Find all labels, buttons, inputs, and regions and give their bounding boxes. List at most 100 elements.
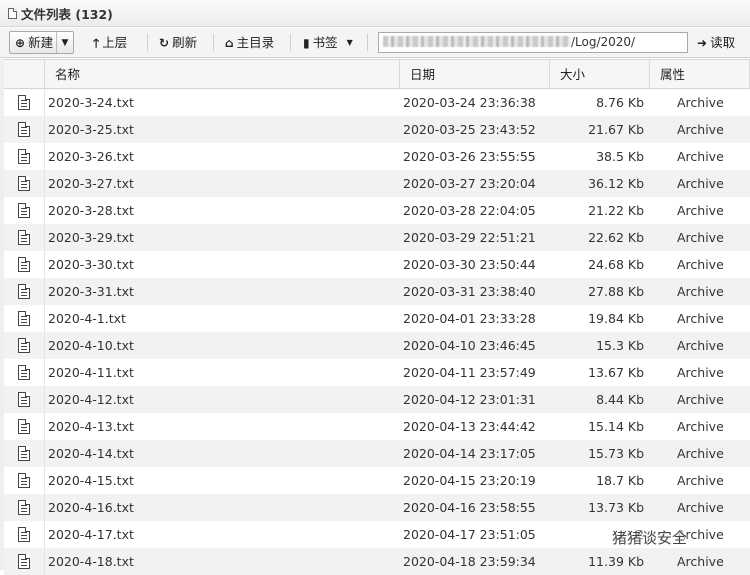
- home-button-label: 主目录: [236, 34, 275, 50]
- table-row[interactable]: 2020-4-1.txt 2020-04-01 23:33:28 19.84 Kb A…: [4, 305, 750, 332]
- text-file-icon: [18, 338, 30, 353]
- table-row[interactable]: 2020-4-15.txt 2020-04-15 23:20:19 18.7 Kb A…: [4, 467, 750, 494]
- table-header: 名称 日期 大小 属性: [4, 59, 750, 89]
- row-divider: [44, 521, 45, 548]
- file-attr: Archive: [677, 554, 724, 569]
- file-name[interactable]: 2020-3-24.txt: [48, 89, 134, 116]
- file-attr: Archive: [677, 338, 724, 353]
- text-file-icon: [18, 311, 30, 326]
- column-header-name[interactable]: 名称: [44, 60, 399, 89]
- table-row[interactable]: 2020-4-13.txt 2020-04-13 23:44:42 15.14 Kb…: [4, 413, 750, 440]
- text-file-icon: [18, 230, 30, 245]
- file-name[interactable]: 2020-4-12.txt: [48, 386, 134, 413]
- bookmark-button[interactable]: ▮ 书签 ▼: [303, 31, 353, 54]
- file-name[interactable]: 2020-4-18.txt: [48, 548, 134, 575]
- path-input[interactable]: /Log/2020/: [378, 32, 688, 53]
- file-date: 2020-04-18 23:59:34: [403, 554, 536, 569]
- table-row[interactable]: 2020-3-27.txt 2020-03-27 23:20:04 36.12 Kb…: [4, 170, 750, 197]
- file-name[interactable]: 2020-4-1.txt: [48, 305, 126, 332]
- new-dropdown-toggle[interactable]: ▼: [56, 32, 73, 53]
- file-date: 2020-03-30 23:50:44: [403, 257, 536, 272]
- table-row[interactable]: 2020-4-11.txt 2020-04-11 23:57:49 13.67 Kb…: [4, 359, 750, 386]
- file-size: 15.14 Kb: [588, 419, 644, 434]
- text-file-icon: [18, 392, 30, 407]
- file-attr: Archive: [677, 365, 724, 380]
- panel-title: 文件列表 (132): [21, 6, 113, 22]
- redacted-path: [383, 36, 571, 47]
- file-size: 13.67 Kb: [588, 365, 644, 380]
- toolbar-divider: [213, 34, 214, 51]
- file-name[interactable]: 2020-3-29.txt: [48, 224, 134, 251]
- column-header-attr[interactable]: 属性: [649, 60, 750, 89]
- table-row[interactable]: 2020-4-18.txt 2020-04-18 23:59:34 11.39 Kb…: [4, 548, 750, 575]
- row-divider: [44, 143, 45, 170]
- text-file-icon: [18, 473, 30, 488]
- file-name[interactable]: 2020-3-28.txt: [48, 197, 134, 224]
- file-attr: Archive: [677, 95, 724, 110]
- file-name[interactable]: 2020-4-15.txt: [48, 467, 134, 494]
- text-file-icon: [18, 149, 30, 164]
- column-header-size[interactable]: 大小: [549, 60, 649, 89]
- row-divider: [44, 548, 45, 575]
- table-row[interactable]: 2020-3-24.txt 2020-03-24 23:36:38 8.76 Kb A…: [4, 89, 750, 116]
- refresh-button[interactable]: ↻ 刷新: [159, 31, 197, 54]
- file-name[interactable]: 2020-3-31.txt: [48, 278, 134, 305]
- new-button-label: 新建: [28, 34, 54, 50]
- up-button[interactable]: 🡑 上层: [93, 31, 127, 54]
- file-name[interactable]: 2020-4-14.txt: [48, 440, 134, 467]
- file-name[interactable]: 2020-4-11.txt: [48, 359, 134, 386]
- text-file-icon: [18, 122, 30, 137]
- file-name[interactable]: 2020-3-26.txt: [48, 143, 134, 170]
- file-name[interactable]: 2020-3-27.txt: [48, 170, 134, 197]
- text-file-icon: [18, 446, 30, 461]
- file-attr: Archive: [677, 500, 724, 515]
- file-size: 27.88 Kb: [588, 284, 644, 299]
- table-row[interactable]: 2020-3-25.txt 2020-03-25 23:43:52 21.67 Kb…: [4, 116, 750, 143]
- file-attr: Archive: [677, 392, 724, 407]
- table-row[interactable]: 2020-4-12.txt 2020-04-12 23:01:31 8.44 Kb A…: [4, 386, 750, 413]
- row-divider: [44, 197, 45, 224]
- row-divider: [44, 224, 45, 251]
- table-row[interactable]: 2020-3-31.txt 2020-03-31 23:38:40 27.88 Kb…: [4, 278, 750, 305]
- file-name[interactable]: 2020-4-10.txt: [48, 332, 134, 359]
- table-row[interactable]: 2020-4-10.txt 2020-04-10 23:46:45 15.3 Kb A…: [4, 332, 750, 359]
- table-row[interactable]: 2020-3-28.txt 2020-03-28 22:04:05 21.22 Kb…: [4, 197, 750, 224]
- file-attr: Archive: [677, 473, 724, 488]
- toolbar-divider: [367, 34, 368, 51]
- text-file-icon: [18, 500, 30, 515]
- table-row[interactable]: 2020-3-26.txt 2020-03-26 23:55:55 38.5 Kb A…: [4, 143, 750, 170]
- read-button[interactable]: ➜ 读取: [697, 31, 735, 54]
- text-file-icon: [18, 203, 30, 218]
- new-button[interactable]: ⊕ 新建 ▼: [9, 31, 74, 54]
- file-attr: Archive: [677, 149, 724, 164]
- file-name[interactable]: 2020-4-16.txt: [48, 494, 134, 521]
- text-file-icon: [18, 284, 30, 299]
- home-button[interactable]: ⌂ 主目录: [225, 31, 274, 54]
- row-divider: [44, 170, 45, 197]
- toolbar-divider: [147, 34, 148, 51]
- file-name[interactable]: 2020-3-25.txt: [48, 116, 134, 143]
- file-size: 18.7 Kb: [596, 473, 644, 488]
- file-date: 2020-04-14 23:17:05: [403, 446, 536, 461]
- file-attr: Archive: [677, 122, 724, 137]
- file-date: 2020-03-26 23:55:55: [403, 149, 536, 164]
- chevron-down-icon: ▼: [346, 37, 353, 47]
- row-divider: [44, 359, 45, 386]
- arrow-up-icon: 🡑: [93, 35, 100, 50]
- file-name[interactable]: 2020-4-13.txt: [48, 413, 134, 440]
- table-row[interactable]: 2020-4-14.txt 2020-04-14 23:17:05 15.73 Kb…: [4, 440, 750, 467]
- row-divider: [44, 305, 45, 332]
- table-row[interactable]: 2020-3-30.txt 2020-03-30 23:50:44 24.68 Kb…: [4, 251, 750, 278]
- table-row[interactable]: 2020-4-16.txt 2020-04-16 23:58:55 13.73 Kb…: [4, 494, 750, 521]
- file-date: 2020-04-12 23:01:31: [403, 392, 536, 407]
- refresh-button-label: 刷新: [172, 34, 198, 50]
- file-size: 15.73 Kb: [588, 446, 644, 461]
- row-divider: [44, 89, 45, 116]
- file-attr: Archive: [677, 203, 724, 218]
- file-attr: Archive: [677, 446, 724, 461]
- table-row[interactable]: 2020-3-29.txt 2020-03-29 22:51:21 22.62 Kb…: [4, 224, 750, 251]
- text-file-icon: [18, 95, 30, 110]
- column-header-date[interactable]: 日期: [399, 60, 549, 89]
- file-name[interactable]: 2020-3-30.txt: [48, 251, 134, 278]
- file-name[interactable]: 2020-4-17.txt: [48, 521, 134, 548]
